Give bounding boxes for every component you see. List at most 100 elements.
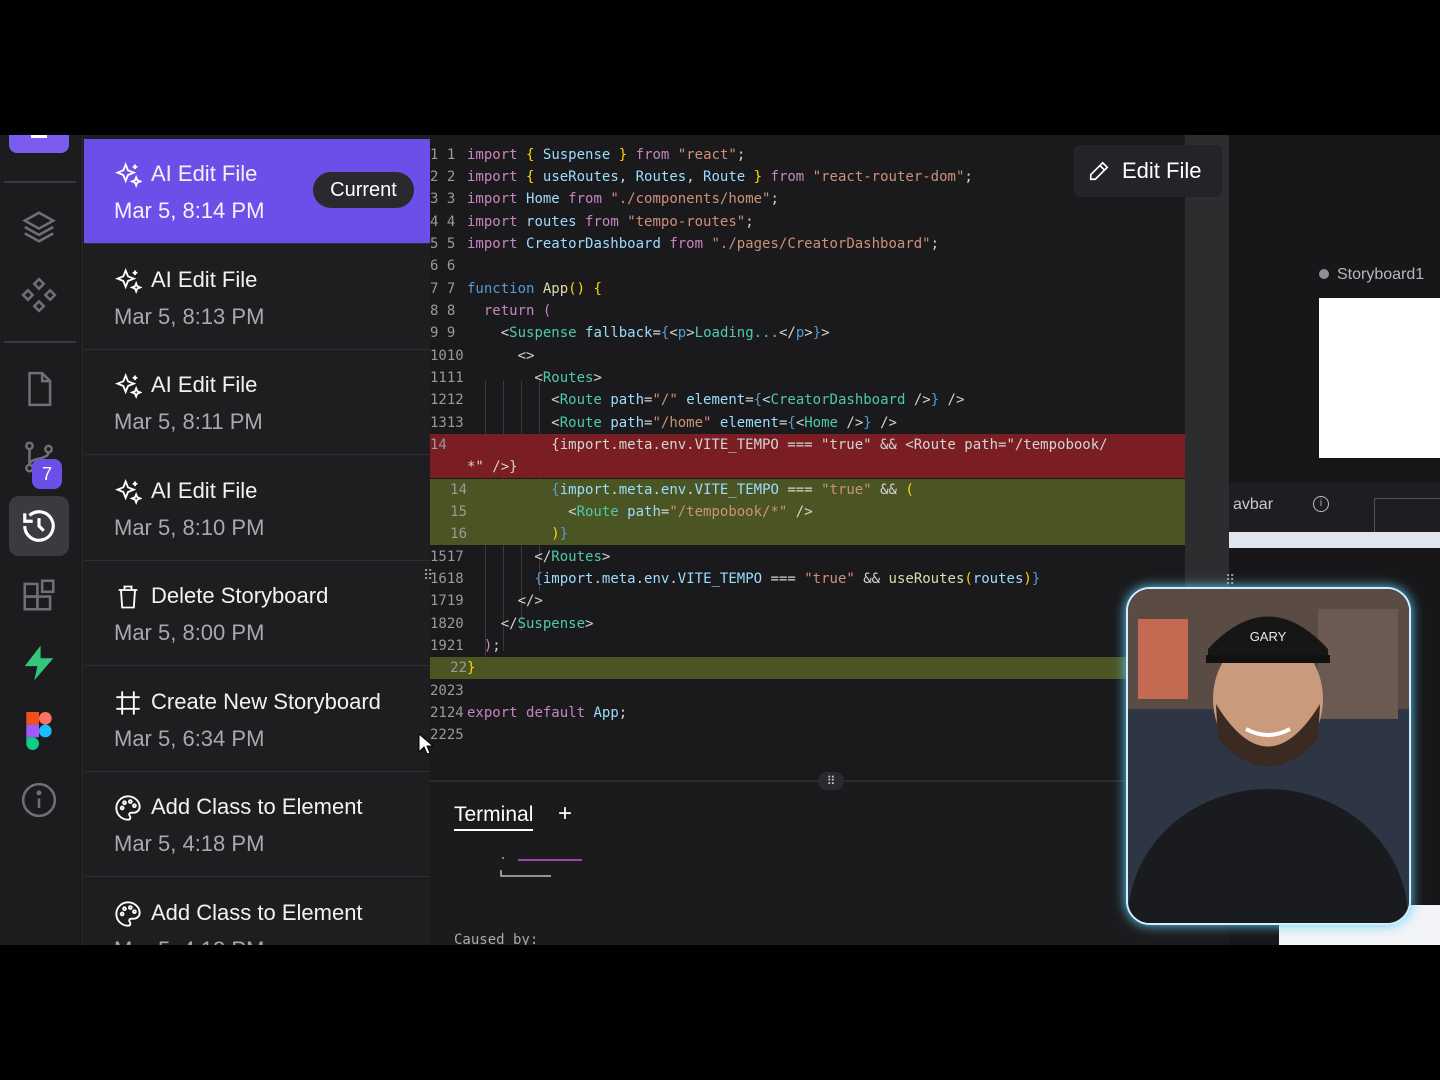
app-window: 7 AI Edit File Mar 5, 8:14 PM Current AI… (0, 135, 1440, 945)
frame-icon (116, 691, 140, 715)
divider (4, 181, 76, 183)
terminal-panel: ⠿ Terminal + Caused by: (430, 772, 1185, 945)
code-line: 1719 </> (430, 590, 543, 612)
code-line: 1313 <Route path="/home" element={<Home … (430, 412, 897, 434)
line-number: 1618 (430, 571, 464, 587)
history-item-date: Mar 5, 8:00 PM (114, 620, 265, 645)
terminal-drag-handle[interactable]: ⠿ (818, 772, 844, 790)
history-item-date: Mar 5, 8:14 PM (114, 198, 265, 223)
pencil-icon (1089, 161, 1109, 181)
line-number: 14 (430, 437, 447, 453)
mouse-cursor-icon (418, 733, 434, 755)
icon-rail: 7 (0, 135, 83, 945)
line-number: 1313 (430, 415, 464, 431)
search-bar-preview (1229, 532, 1440, 548)
history-item-title: AI Edit File (151, 161, 258, 186)
cap-text: GARY (1250, 629, 1287, 644)
history-panel: AI Edit File Mar 5, 8:14 PM Current AI E… (84, 135, 430, 945)
code-line: 1618 {import.meta.env.VITE_TEMPO === "tr… (430, 568, 1040, 590)
code-line: 7 7 function App() { (430, 278, 602, 300)
storyboard-label[interactable]: Storyboard1 (1319, 266, 1424, 284)
menu-button[interactable] (9, 135, 69, 153)
terminal-output: Caused by: (454, 932, 539, 945)
history-item-date: Mar 5, 4:18 PM (114, 831, 265, 856)
history-item-title: AI Edit File (151, 372, 258, 397)
divider (4, 341, 76, 343)
code-line: 4 4 import routes from "tempo-routes"; (430, 211, 754, 233)
history-item[interactable]: AI Edit File Mar 5, 8:11 PM (84, 350, 430, 455)
code-line: 1111 <Routes> (430, 367, 602, 389)
edit-file-label: Edit File (1122, 158, 1202, 183)
blocks-icon[interactable] (9, 565, 69, 625)
info-icon[interactable]: i (1313, 496, 1329, 512)
history-item-date: Mar 5, 8:10 PM (114, 515, 265, 540)
added-line: 22} (430, 657, 1185, 680)
code-line: 1517 </Routes> (430, 546, 610, 568)
figma-icon[interactable] (9, 701, 69, 761)
components-icon[interactable] (9, 265, 69, 325)
webcam-overlay: GARY (1126, 587, 1411, 925)
storyboard-frame[interactable] (1319, 298, 1440, 458)
line-number: 22 (450, 660, 467, 676)
preview-box (1374, 498, 1440, 534)
history-item-current[interactable]: AI Edit File Mar 5, 8:14 PM Current (84, 139, 430, 244)
tab-terminal[interactable]: Terminal (454, 803, 534, 831)
file-icon[interactable] (9, 359, 69, 419)
history-item[interactable]: Delete Storyboard Mar 5, 8:00 PM (84, 561, 430, 666)
code-line: 5 5 import CreatorDashboard from "./pages… (430, 233, 939, 255)
code-line: 2 2 import { useRoutes, Routes, Route } f… (430, 166, 973, 188)
history-item-date: Mar 5, 4:18 PM (114, 937, 264, 945)
history-item-title: Create New Storyboard (151, 689, 381, 714)
code-line: 1212 <Route path="/" element={<CreatorDa… (430, 389, 964, 411)
code-line: 9 9 <Suspense fallback={<p>Loading...</p… (430, 322, 830, 344)
line-number: 6 6 (430, 258, 456, 274)
palette-icon (115, 795, 141, 821)
history-item[interactable]: AI Edit File Mar 5, 8:13 PM (84, 245, 430, 350)
code-line: 2225 (430, 724, 467, 746)
line-number: 7 7 (430, 281, 456, 297)
code-line: 1820 </Suspense> (430, 613, 593, 635)
deleted-line-wrap: *" />} (430, 456, 1185, 479)
line-number: 9 9 (430, 325, 456, 341)
history-item-title: Add Class to Element (151, 794, 363, 819)
panel-resize-handle[interactable]: ⠿ (423, 568, 433, 582)
code-line: 1921 ); (430, 635, 501, 657)
sparkles-icon (114, 478, 142, 506)
changes-count-badge: 7 (32, 459, 62, 489)
line-number: 1719 (430, 593, 464, 609)
trash-icon (118, 585, 138, 609)
line-number: 16 (450, 526, 467, 542)
history-icon[interactable] (9, 496, 69, 556)
code-line: 2023 (430, 680, 467, 702)
presenter-video: GARY (1128, 589, 1409, 923)
history-item-title: Delete Storyboard (151, 583, 329, 608)
line-number: 15 (450, 504, 467, 520)
history-item-date: Mar 5, 6:34 PM (114, 726, 265, 751)
code-editor[interactable]: 1 1 import { Suspense } from "react"; 2 2… (430, 135, 1185, 780)
line-number: 2124 (430, 705, 464, 721)
sparkles-icon (114, 161, 142, 189)
line-number: 2023 (430, 683, 464, 699)
code-line: 1010 <> (430, 345, 534, 367)
info-icon[interactable] (9, 770, 69, 830)
history-item[interactable]: Add Class to Element Mar 5, 4:18 PM (84, 878, 430, 945)
sparkles-icon (114, 267, 142, 295)
line-number: 2 2 (430, 169, 456, 185)
history-item[interactable]: Add Class to Element Mar 5, 4:18 PM (84, 772, 430, 877)
bolt-icon[interactable] (9, 633, 69, 693)
line-number: 14 (450, 482, 467, 498)
add-terminal-button[interactable]: + (558, 800, 572, 828)
layers-icon[interactable] (9, 197, 69, 257)
navbar-label: avbar (1233, 496, 1274, 513)
line-number: 3 3 (430, 191, 456, 207)
history-item[interactable]: Create New Storyboard Mar 5, 6:34 PM (84, 667, 430, 772)
history-item-title: Add Class to Element (151, 900, 363, 925)
code-line: 8 8 return ( (430, 300, 551, 322)
line-number: 1111 (430, 370, 464, 386)
edit-file-button[interactable]: Edit File (1074, 145, 1222, 197)
history-item[interactable]: AI Edit File Mar 5, 8:10 PM (84, 456, 430, 561)
palette-icon (115, 901, 141, 927)
terminal-ascii-art (500, 857, 582, 877)
line-number: 1820 (430, 616, 464, 632)
deleted-line: 14 {import.meta.env.VITE_TEMPO === "true… (430, 434, 1185, 457)
